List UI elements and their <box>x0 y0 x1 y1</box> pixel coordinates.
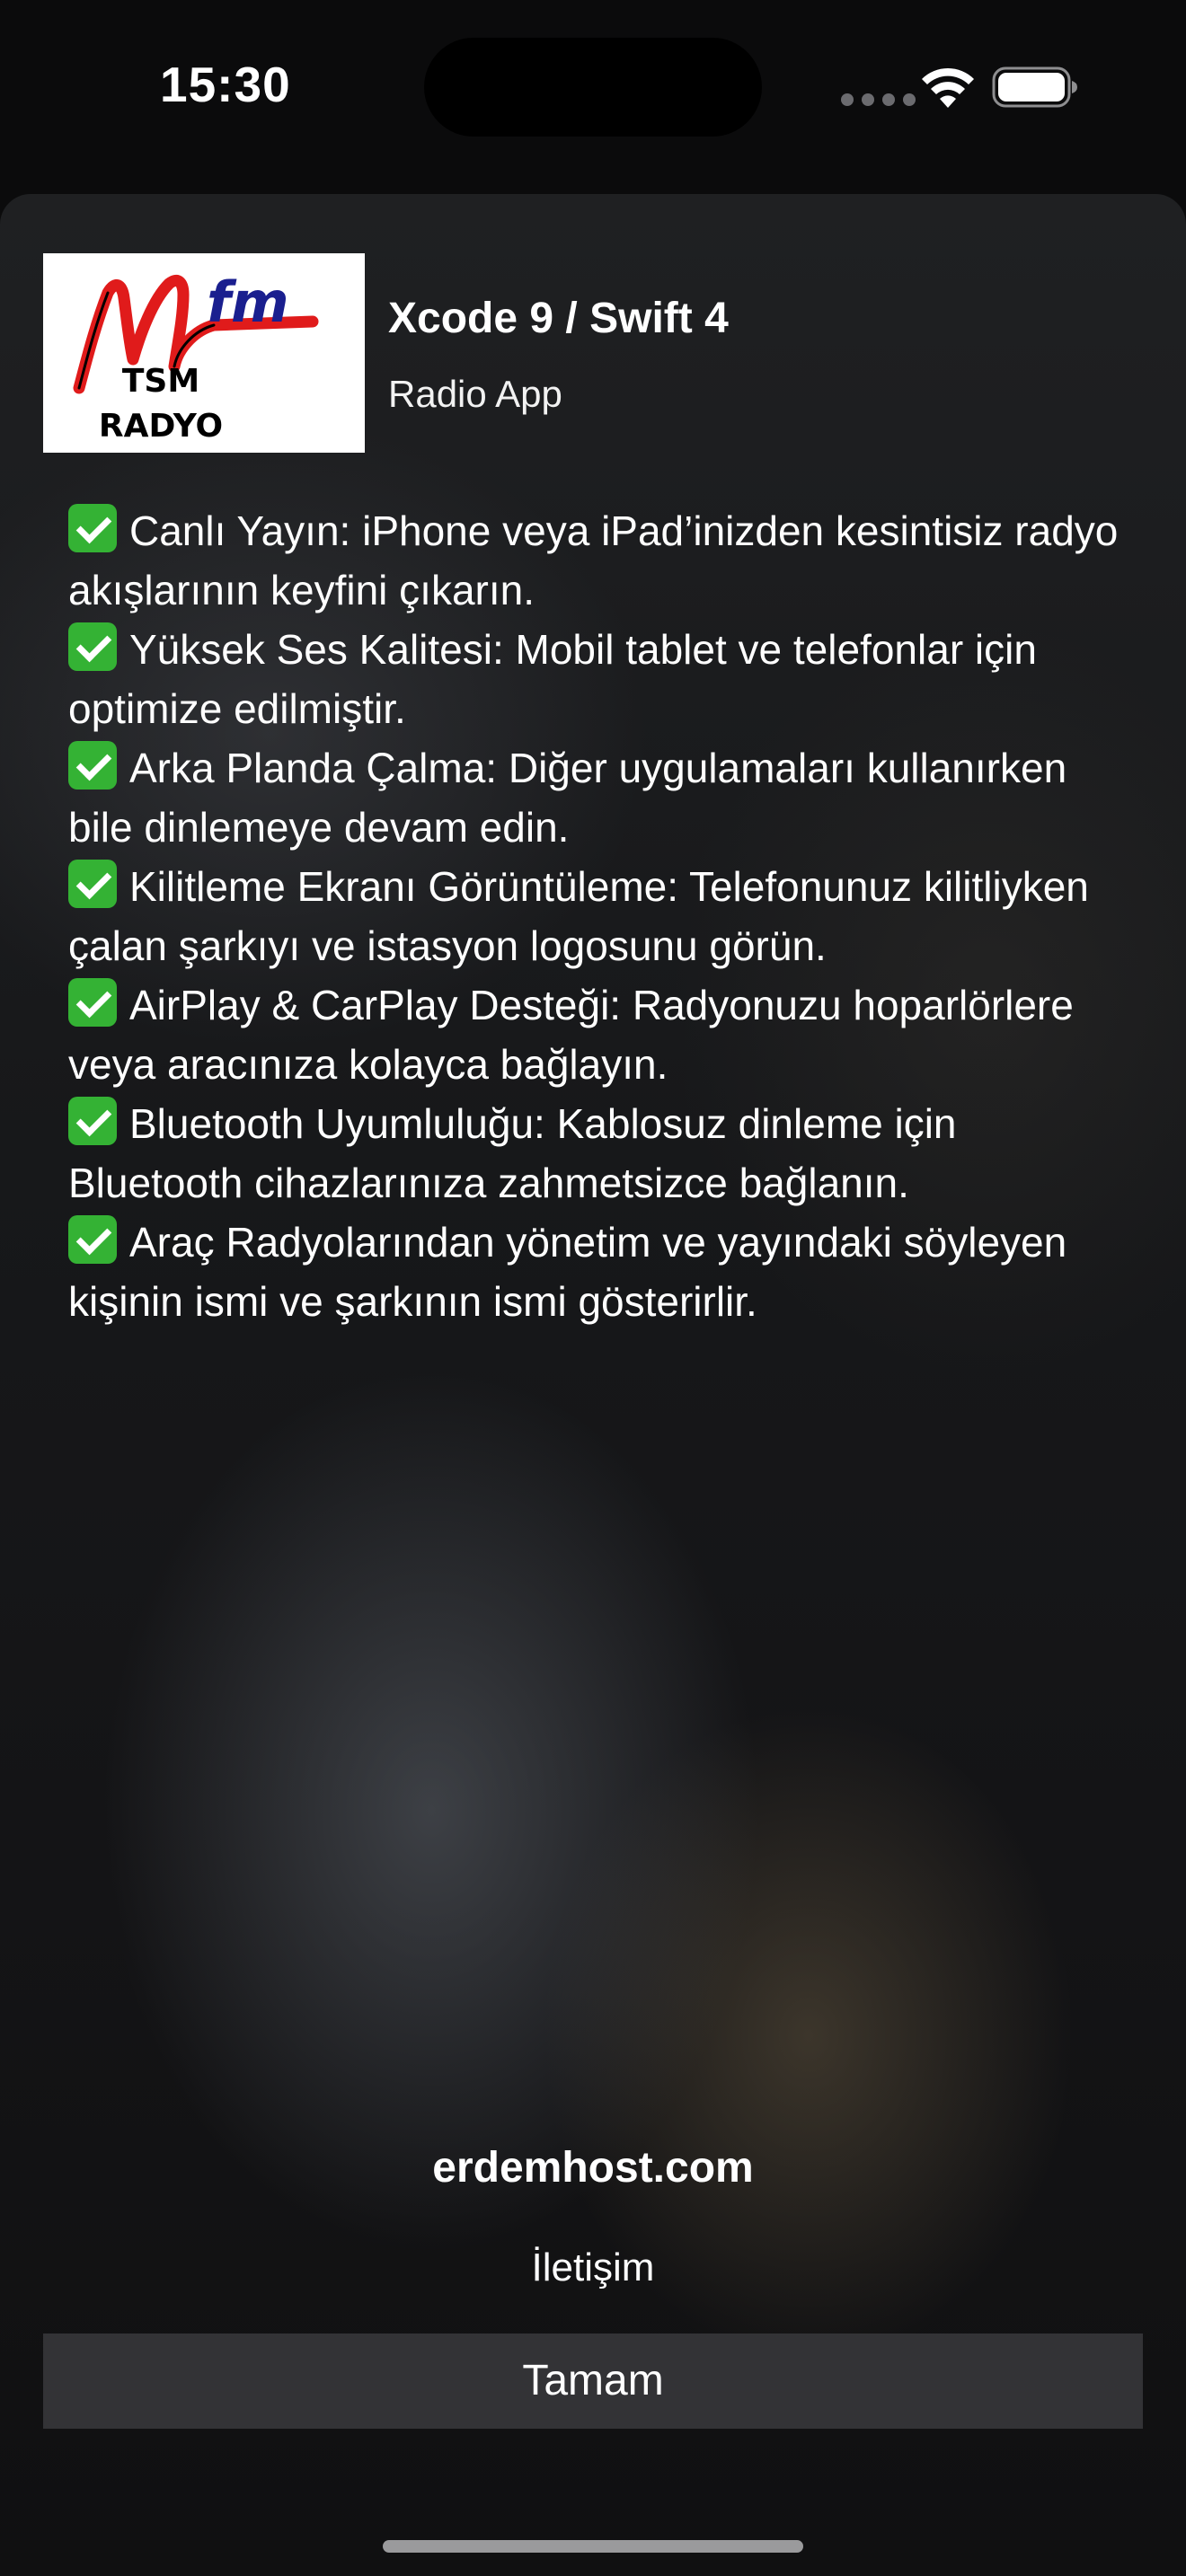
feature-item: Yüksek Ses Kalitesi: Mobil tablet ve tel… <box>68 620 1128 738</box>
feature-text: AirPlay & CarPlay Desteği: Radyonuzu hop… <box>68 982 1074 1088</box>
feature-item: AirPlay & CarPlay Desteği: Radyonuzu hop… <box>68 975 1128 1094</box>
check-icon <box>68 504 117 552</box>
feature-item: Arka Planda Çalma: Diğer uygulamaları ku… <box>68 738 1128 857</box>
check-icon <box>68 622 117 671</box>
battery-icon <box>992 66 1077 108</box>
contact-link[interactable]: İletişim <box>0 2245 1186 2290</box>
header-text: Xcode 9 / Swift 4 Radio App <box>388 253 729 417</box>
ok-button[interactable]: Tamam <box>43 2333 1143 2429</box>
station-logo: fm TSM RADYO <box>43 253 365 453</box>
wifi-icon <box>922 67 974 108</box>
cellular-dots-icon <box>841 93 916 106</box>
status-time: 15:30 <box>160 57 291 112</box>
app-title: Xcode 9 / Swift 4 <box>388 295 729 342</box>
app-header: fm TSM RADYO Xcode 9 / Swift 4 Radio App <box>43 253 729 453</box>
status-bar: 15:30 <box>0 0 1186 180</box>
screen: 15:30 fm TSM RADYO Xcode 9 / Swift 4 Rad… <box>0 0 1186 2576</box>
feature-text: Araç Radyolarından yönetim ve yayındaki … <box>68 1219 1067 1325</box>
check-icon <box>68 1215 117 1264</box>
logo-fm-text: fm <box>207 269 289 335</box>
feature-text: Canlı Yayın: iPhone veya iPad’inizden ke… <box>68 507 1119 613</box>
check-icon <box>68 1097 117 1145</box>
feature-text: Arka Planda Çalma: Diğer uygulamaları ku… <box>68 745 1067 851</box>
check-icon <box>68 978 117 1027</box>
logo-radyo-text: RADYO <box>98 408 224 445</box>
app-subtitle: Radio App <box>388 373 562 415</box>
check-icon <box>68 741 117 790</box>
feature-text: Kilitleme Ekranı Görüntüleme: Telefonunu… <box>68 863 1089 969</box>
about-sheet: fm TSM RADYO Xcode 9 / Swift 4 Radio App… <box>0 194 1186 2576</box>
feature-item: Kilitleme Ekranı Görüntüleme: Telefonunu… <box>68 857 1128 975</box>
feature-text: Bluetooth Uyumluluğu: Kablosuz dinleme i… <box>68 1100 957 1206</box>
dynamic-island <box>424 38 762 137</box>
feature-list: Canlı Yayın: iPhone veya iPad’inizden ke… <box>68 501 1128 1331</box>
logo-tsm-text: TSM <box>121 363 200 400</box>
feature-item: Canlı Yayın: iPhone veya iPad’inizden ke… <box>68 501 1128 620</box>
feature-text: Yüksek Ses Kalitesi: Mobil tablet ve tel… <box>68 626 1037 732</box>
check-icon <box>68 860 117 908</box>
feature-item: Bluetooth Uyumluluğu: Kablosuz dinleme i… <box>68 1094 1128 1213</box>
feature-item: Araç Radyolarından yönetim ve yayındaki … <box>68 1213 1128 1331</box>
home-indicator[interactable] <box>383 2540 803 2553</box>
host-link[interactable]: erdemhost.com <box>0 2143 1186 2192</box>
